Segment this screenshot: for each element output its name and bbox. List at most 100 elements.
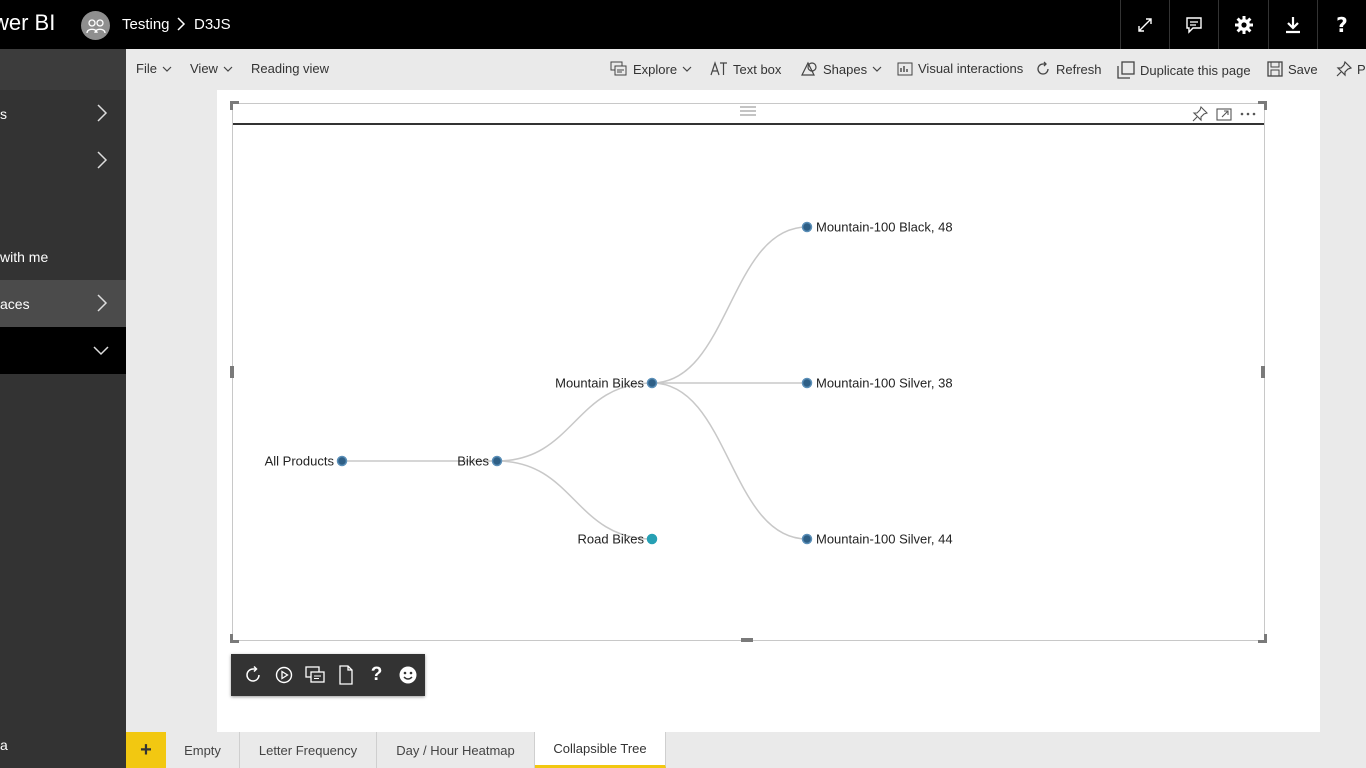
nav-item-workspaces[interactable]: aces bbox=[0, 280, 126, 327]
comment-icon[interactable] bbox=[1169, 0, 1218, 49]
collapsible-tree-visual[interactable]: All Products Bikes Mountain Bikes Road Bike… bbox=[232, 103, 1265, 641]
workspace-avatar[interactable] bbox=[81, 11, 110, 40]
tree-node-label: Road Bikes bbox=[578, 532, 645, 547]
tree-link bbox=[651, 226, 808, 384]
help-icon[interactable]: ? bbox=[1316, 0, 1366, 49]
chevron-down-icon bbox=[872, 66, 882, 72]
tree-node-circle[interactable] bbox=[801, 221, 813, 233]
play-icon[interactable] bbox=[272, 664, 295, 687]
shapes-menu[interactable]: Shapes bbox=[800, 61, 882, 77]
resize-corner[interactable] bbox=[1258, 101, 1267, 110]
help-icon[interactable]: ? bbox=[365, 664, 388, 687]
developer-visual-toolbar: ? bbox=[231, 654, 425, 696]
shapes-label: Shapes bbox=[823, 61, 868, 77]
tab-empty[interactable]: Empty bbox=[166, 732, 240, 768]
tree-node-label: Mountain-100 Black, 48 bbox=[816, 220, 953, 235]
tree-node-circle[interactable] bbox=[801, 377, 813, 389]
resize-handle-bottom[interactable] bbox=[741, 638, 753, 642]
comment-icon[interactable] bbox=[303, 664, 326, 687]
nav-item-2[interactable] bbox=[0, 137, 126, 184]
tree-link bbox=[651, 382, 808, 540]
resize-corner[interactable] bbox=[230, 101, 239, 110]
text-box-button[interactable]: Text box bbox=[710, 61, 781, 77]
refresh-icon[interactable] bbox=[241, 664, 264, 687]
resize-handle-left[interactable] bbox=[230, 366, 234, 378]
nav-header bbox=[0, 49, 126, 90]
download-icon[interactable] bbox=[1267, 0, 1317, 49]
add-page-button[interactable]: + bbox=[126, 732, 166, 768]
nav-item-shared-with-me[interactable]: with me bbox=[0, 233, 126, 280]
gear-icon[interactable] bbox=[1218, 0, 1267, 49]
shapes-icon bbox=[801, 61, 817, 76]
tree-node-label: Mountain Bikes bbox=[555, 376, 644, 391]
top-bar: wer BI Testing D3JS ? bbox=[0, 0, 1366, 49]
tree-node-label: Mountain-100 Silver, 38 bbox=[816, 376, 953, 391]
app-brand[interactable]: wer BI bbox=[0, 10, 62, 36]
view-menu-label: View bbox=[190, 61, 218, 76]
tree-node-bikes[interactable]: Bikes bbox=[457, 454, 503, 469]
resize-corner[interactable] bbox=[1258, 634, 1267, 643]
smiley-icon[interactable] bbox=[396, 664, 419, 687]
save-button[interactable]: Save bbox=[1267, 61, 1318, 77]
tree-node-ms38[interactable]: Mountain-100 Silver, 38 bbox=[801, 376, 953, 391]
app-brand-text: wer BI bbox=[0, 10, 56, 35]
tab-collapsible-tree[interactable]: Collapsible Tree bbox=[535, 732, 666, 768]
tree-node-root[interactable]: All Products bbox=[265, 454, 348, 469]
tab-letter-frequency[interactable]: Letter Frequency bbox=[240, 732, 377, 768]
people-icon bbox=[85, 18, 106, 33]
tree-node-circle[interactable] bbox=[646, 533, 658, 545]
resize-corner[interactable] bbox=[230, 634, 239, 643]
tree-node-mb48[interactable]: Mountain-100 Black, 48 bbox=[801, 220, 953, 235]
breadcrumb-separator-icon bbox=[176, 17, 186, 35]
save-icon bbox=[1267, 61, 1283, 77]
tree-node-label: Mountain-100 Silver, 44 bbox=[816, 532, 953, 547]
explore-label: Explore bbox=[633, 61, 678, 77]
chevron-right-icon bbox=[97, 151, 108, 169]
nav-bottom-item[interactable]: a bbox=[0, 737, 8, 753]
text-box-icon bbox=[710, 61, 727, 76]
tree-node-label: All Products bbox=[265, 454, 335, 469]
top-bar-actions: ? bbox=[1120, 0, 1366, 49]
breadcrumb-workspace[interactable]: Testing bbox=[122, 16, 170, 33]
tree-chart: All Products Bikes Mountain Bikes Road Bike… bbox=[265, 220, 953, 547]
duplicate-page-button[interactable]: Duplicate this page bbox=[1117, 61, 1251, 79]
resize-handle-right[interactable] bbox=[1261, 366, 1265, 378]
reading-view-button[interactable]: Reading view bbox=[251, 61, 329, 76]
reading-view-label: Reading view bbox=[251, 61, 330, 76]
refresh-button[interactable]: Refresh bbox=[1035, 61, 1102, 77]
tree-node-circle[interactable] bbox=[801, 533, 813, 545]
document-icon[interactable] bbox=[334, 664, 357, 687]
report-toolbar: File View Reading view Explore Text box … bbox=[126, 49, 1366, 90]
pin-page-button[interactable]: P bbox=[1336, 61, 1366, 77]
nav-item-1[interactable]: s bbox=[0, 90, 126, 137]
tree-node-circle[interactable] bbox=[646, 377, 658, 389]
view-menu[interactable]: View bbox=[190, 61, 233, 76]
tree-node-circle[interactable] bbox=[336, 455, 348, 467]
visual-interactions-label: Visual interactions bbox=[918, 61, 1024, 76]
breadcrumb-report[interactable]: D3JS bbox=[194, 16, 231, 33]
expand-icon[interactable] bbox=[1120, 0, 1169, 49]
explore-menu[interactable]: Explore bbox=[610, 61, 692, 77]
tab-day-hour-heatmap[interactable]: Day / Hour Heatmap bbox=[377, 732, 535, 768]
tree-node-circle[interactable] bbox=[491, 455, 503, 467]
tree-link bbox=[496, 460, 653, 540]
refresh-label: Refresh bbox=[1056, 61, 1102, 77]
text-box-label: Text box bbox=[733, 61, 782, 77]
visual-interactions-button[interactable]: Visual interactions bbox=[897, 61, 1023, 76]
pin-icon bbox=[1336, 61, 1352, 77]
chevron-down-icon bbox=[162, 66, 172, 72]
nav-item-label: s bbox=[0, 105, 7, 122]
nav-item-label: aces bbox=[0, 295, 30, 312]
nav-item-current-workspace[interactable] bbox=[0, 327, 126, 374]
tree-node-label: Bikes bbox=[457, 454, 489, 469]
tree-node-ms44[interactable]: Mountain-100 Silver, 44 bbox=[801, 532, 953, 547]
chevron-right-icon bbox=[97, 104, 108, 122]
file-menu-label: File bbox=[136, 61, 157, 76]
save-label: Save bbox=[1288, 61, 1318, 77]
tree-link bbox=[496, 382, 653, 462]
duplicate-icon bbox=[1117, 61, 1135, 79]
tree-node-mountain[interactable]: Mountain Bikes bbox=[555, 376, 658, 391]
file-menu[interactable]: File bbox=[136, 61, 172, 76]
pin-label: P bbox=[1357, 61, 1366, 77]
refresh-icon bbox=[1037, 61, 1049, 75]
